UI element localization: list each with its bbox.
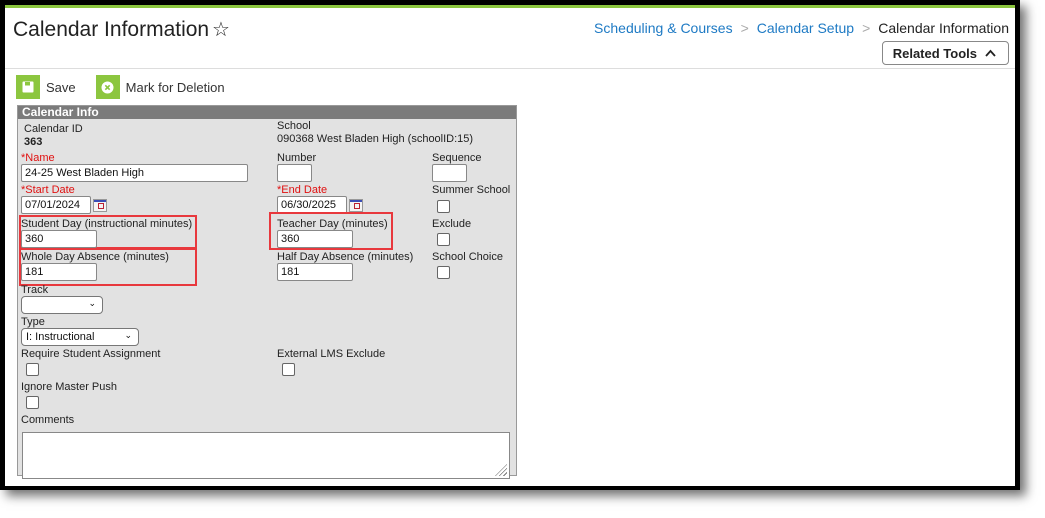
school-choice-label: School Choice xyxy=(432,251,503,263)
app-screen: Calendar Information ☆ Scheduling & Cour… xyxy=(5,5,1015,486)
sequence-label: Sequence xyxy=(432,152,482,164)
action-toolbar: Save Mark for Deletion xyxy=(16,75,245,99)
breadcrumb-separator-icon: > xyxy=(862,20,871,36)
teacher-day-label: Teacher Day (minutes) xyxy=(277,218,388,230)
mark-for-deletion-button[interactable]: Mark for Deletion xyxy=(95,75,225,99)
calendar-picker-icon[interactable] xyxy=(93,199,107,212)
breadcrumb-separator-icon: > xyxy=(740,20,749,36)
breadcrumb-calendar-setup[interactable]: Calendar Setup xyxy=(757,20,854,36)
comments-textarea[interactable] xyxy=(22,432,510,479)
screenshot-frame: Calendar Information ☆ Scheduling & Cour… xyxy=(0,0,1020,490)
name-input[interactable] xyxy=(21,164,248,182)
breadcrumb-current-page: Calendar Information xyxy=(878,20,1009,36)
ignore-master-push-checkbox[interactable] xyxy=(26,396,39,409)
star-icon[interactable]: ☆ xyxy=(212,17,230,42)
related-tools-label: Related Tools xyxy=(892,45,977,61)
page-title: Calendar Information xyxy=(13,18,210,41)
floppy-disk-icon xyxy=(16,75,40,99)
end-date-label-text: End Date xyxy=(281,184,328,196)
name-label: *Name xyxy=(21,152,55,164)
school-value: 090368 West Bladen High (schoolID:15) xyxy=(277,133,474,145)
comments-label: Comments xyxy=(21,414,75,426)
whole-day-absence-label: Whole Day Absence (minutes) xyxy=(21,251,169,263)
breadcrumb-scheduling-courses[interactable]: Scheduling & Courses xyxy=(594,20,733,36)
header-divider xyxy=(5,68,1015,69)
chevron-down-icon: ⌄ xyxy=(88,298,96,308)
require-student-assignment-label: Require Student Assignment xyxy=(21,348,161,360)
start-date-input[interactable] xyxy=(21,196,91,214)
student-day-label: Student Day (instructional minutes) xyxy=(21,218,193,230)
summer-school-label: Summer School xyxy=(432,184,511,196)
school-label: School xyxy=(277,120,311,132)
external-lms-exclude-label: External LMS Exclude xyxy=(277,348,386,360)
exclude-checkbox[interactable] xyxy=(437,233,450,246)
save-label: Save xyxy=(46,79,76,95)
chevron-up-icon xyxy=(985,49,996,57)
chevron-down-icon: ⌄ xyxy=(124,330,132,340)
require-student-assignment-checkbox[interactable] xyxy=(26,363,39,376)
half-day-absence-label: Half Day Absence (minutes) xyxy=(277,251,414,263)
panel-header: Calendar Info xyxy=(18,106,516,119)
exclude-label: Exclude xyxy=(432,218,472,230)
sequence-input[interactable] xyxy=(432,164,467,182)
start-date-label-text: Start Date xyxy=(25,184,75,196)
name-label-text: Name xyxy=(25,152,55,164)
type-label: Type xyxy=(21,316,45,328)
teacher-day-input[interactable] xyxy=(277,230,353,248)
related-tools-button[interactable]: Related Tools xyxy=(881,41,1009,65)
save-button[interactable]: Save xyxy=(16,75,76,99)
type-selected-value: I: Instructional xyxy=(26,331,95,343)
calendar-id-label: Calendar ID xyxy=(24,123,83,135)
half-day-absence-input[interactable] xyxy=(277,263,353,281)
end-date-label: *End Date xyxy=(277,184,327,196)
calendar-info-panel: Calendar Info Calendar ID 363 School 090… xyxy=(17,105,517,479)
student-day-input[interactable] xyxy=(21,230,97,248)
breadcrumb: Scheduling & Courses > Calendar Setup > … xyxy=(594,20,1009,36)
resize-grip-icon[interactable] xyxy=(495,464,507,476)
school-choice-checkbox[interactable] xyxy=(437,266,450,279)
summer-school-checkbox[interactable] xyxy=(437,200,450,213)
circle-x-icon xyxy=(95,75,120,99)
track-select[interactable]: ⌄ xyxy=(21,296,103,314)
track-label: Track xyxy=(21,284,49,296)
calendar-picker-icon[interactable] xyxy=(349,199,363,212)
type-select[interactable]: I: Instructional ⌄ xyxy=(21,328,139,346)
number-label: Number xyxy=(277,152,317,164)
number-input[interactable] xyxy=(277,164,312,182)
whole-day-absence-input[interactable] xyxy=(21,263,97,281)
start-date-label: *Start Date xyxy=(21,184,75,196)
calendar-id-value: 363 xyxy=(24,136,43,148)
ignore-master-push-label: Ignore Master Push xyxy=(21,381,117,393)
external-lms-exclude-checkbox[interactable] xyxy=(282,363,295,376)
mark-for-deletion-label: Mark for Deletion xyxy=(125,79,225,95)
